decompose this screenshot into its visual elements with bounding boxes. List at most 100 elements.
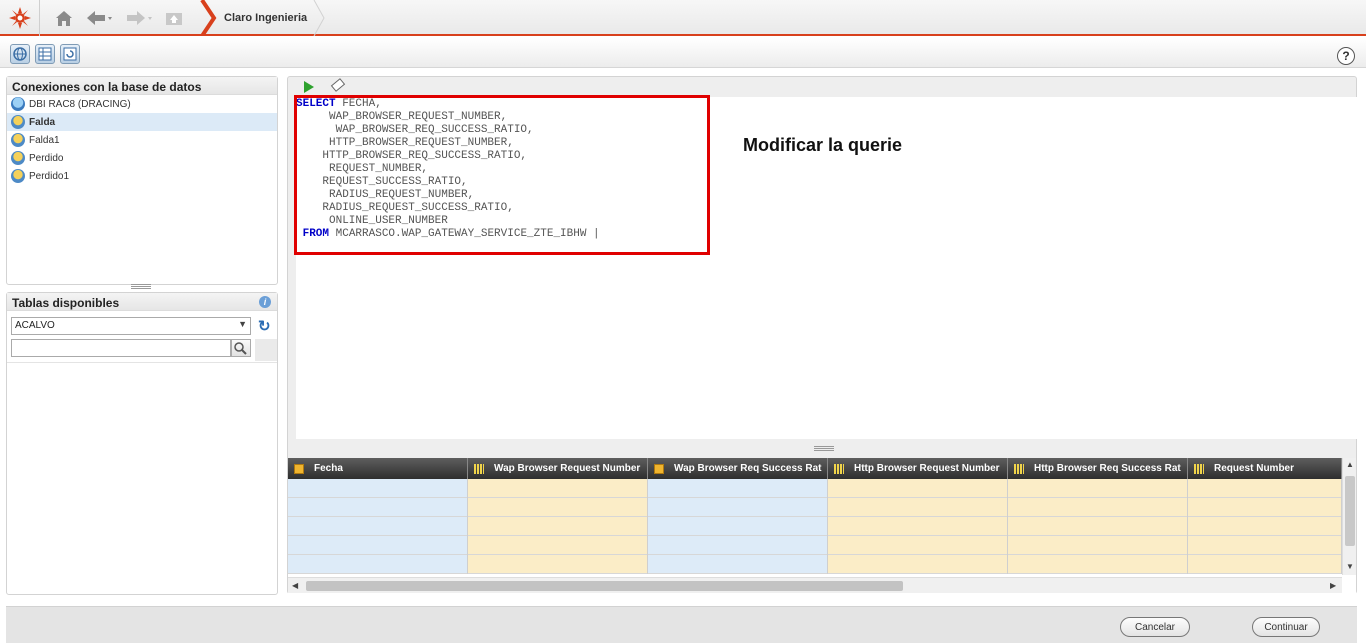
report-view-icon[interactable] — [60, 44, 80, 64]
connection-item[interactable]: Perdido1 — [7, 167, 277, 185]
connection-label: Perdido — [29, 152, 64, 164]
cancel-button[interactable]: Cancelar — [1120, 617, 1190, 637]
continue-button[interactable]: Continuar — [1252, 617, 1320, 637]
left-panel-splitter[interactable] — [131, 284, 151, 289]
database-icon — [11, 97, 25, 111]
search-button[interactable] — [231, 339, 251, 357]
grid-cell[interactable] — [468, 536, 647, 555]
breadcrumb-separator-icon — [200, 0, 217, 36]
numeric-icon — [1014, 463, 1024, 474]
divider — [7, 362, 277, 363]
home-icon[interactable] — [54, 8, 74, 28]
globe-view-icon[interactable] — [10, 44, 30, 64]
grid-cell[interactable] — [1008, 536, 1187, 555]
grid-header: Fecha Wap Browser Request Number Wap Bro… — [288, 458, 1342, 479]
app-logo-icon[interactable] — [0, 0, 40, 36]
grid-cell[interactable] — [1188, 517, 1341, 536]
grid-cell[interactable] — [1008, 517, 1187, 536]
grid-cell[interactable] — [1188, 555, 1341, 574]
grid-cell[interactable] — [1188, 536, 1341, 555]
scroll-up-icon[interactable]: ▲ — [1346, 460, 1354, 469]
editor-toolbar — [288, 77, 1356, 97]
connection-icon — [11, 151, 25, 165]
breadcrumb-current[interactable]: Claro Ingenieria — [224, 12, 307, 24]
sql-editor[interactable]: SELECT FECHA, WAP_BROWSER_REQUEST_NUMBER… — [294, 95, 1357, 439]
column-header-fecha[interactable]: Fecha — [288, 458, 468, 479]
query-editor-panel: SELECT FECHA, WAP_BROWSER_REQUEST_NUMBER… — [287, 76, 1357, 594]
connections-title: Conexiones con la base de datos — [7, 77, 277, 95]
grid-cell[interactable] — [648, 536, 827, 555]
grid-cell[interactable] — [288, 536, 467, 555]
schema-select-value: ACALVO — [15, 320, 55, 331]
grid-cell[interactable] — [1188, 498, 1341, 517]
connection-icon — [11, 133, 25, 147]
column-header-request-number[interactable]: Request Number — [1188, 458, 1342, 479]
grid-cell[interactable] — [288, 479, 467, 498]
grid-cell[interactable] — [828, 536, 1007, 555]
connection-item[interactable]: Perdido — [7, 149, 277, 167]
column-header-label: Http Browser Request Number — [854, 463, 1000, 474]
table-search-input[interactable] — [11, 339, 231, 357]
refresh-icon[interactable]: ↻ — [258, 317, 271, 335]
secondary-toolbar — [0, 38, 1366, 68]
connections-panel: Conexiones con la base de datos DBI RAC8… — [6, 76, 278, 285]
column-header-http-browser-req-success-rat[interactable]: Http Browser Req Success Rat — [1008, 458, 1188, 479]
grid-cell[interactable] — [1188, 479, 1341, 498]
grid-cell[interactable] — [828, 479, 1007, 498]
column-header-http-browser-request-number[interactable]: Http Browser Request Number — [828, 458, 1008, 479]
clear-eraser-icon[interactable] — [330, 78, 346, 92]
results-grid: Fecha Wap Browser Request Number Wap Bro… — [288, 458, 1356, 594]
numeric-icon — [834, 463, 844, 474]
info-icon[interactable]: i — [259, 296, 271, 308]
horizontal-scroll-thumb[interactable] — [306, 581, 903, 591]
schema-select[interactable]: ACALVO ▼ — [11, 317, 251, 335]
grid-column — [828, 479, 1008, 574]
grid-horizontal-scrollbar[interactable]: ◀ ▶ — [288, 577, 1342, 593]
connection-icon — [11, 169, 25, 183]
grid-cell[interactable] — [288, 498, 467, 517]
help-icon[interactable]: ? — [1337, 47, 1355, 65]
connection-item-selected[interactable]: Falda — [7, 113, 277, 131]
forward-arrow-icon[interactable] — [126, 8, 154, 28]
connection-label: Falda — [29, 116, 56, 128]
grid-cell[interactable] — [468, 517, 647, 536]
scroll-down-icon[interactable]: ▼ — [1346, 562, 1354, 571]
connection-item[interactable]: Falda1 — [7, 131, 277, 149]
grid-cell[interactable] — [1008, 479, 1187, 498]
grid-cell[interactable] — [288, 555, 467, 574]
grid-column — [1188, 479, 1342, 574]
grid-cell[interactable] — [648, 479, 827, 498]
connection-label: DBI RAC8 (DRACING) — [29, 98, 131, 110]
connection-label: Falda1 — [29, 134, 60, 146]
search-row-filler — [255, 339, 277, 361]
column-header-wap-browser-request-number[interactable]: Wap Browser Request Number — [468, 458, 648, 479]
grid-cell[interactable] — [468, 479, 647, 498]
vertical-scroll-thumb[interactable] — [1345, 476, 1355, 546]
grid-cell[interactable] — [648, 498, 827, 517]
run-query-icon[interactable] — [304, 81, 314, 93]
grid-cell[interactable] — [468, 555, 647, 574]
grid-cell[interactable] — [648, 555, 827, 574]
grid-cell[interactable] — [288, 517, 467, 536]
connection-icon — [11, 115, 25, 129]
query-highlight-box — [294, 95, 710, 255]
grid-cell[interactable] — [1008, 498, 1187, 517]
connection-item[interactable]: DBI RAC8 (DRACING) — [7, 95, 277, 113]
back-arrow-icon[interactable] — [86, 8, 114, 28]
tables-panel: Tablas disponibles i ACALVO ▼ ↻ — [6, 292, 278, 595]
grid-cell[interactable] — [828, 517, 1007, 536]
grid-cell[interactable] — [828, 555, 1007, 574]
grid-cell[interactable] — [648, 517, 827, 536]
scroll-right-icon[interactable]: ▶ — [1330, 581, 1336, 590]
grid-cell[interactable] — [1008, 555, 1187, 574]
scroll-left-icon[interactable]: ◀ — [292, 581, 298, 590]
column-header-label: Wap Browser Req Success Rat — [674, 463, 822, 474]
table-view-icon[interactable] — [35, 44, 55, 64]
grid-vertical-scrollbar[interactable]: ▲ ▼ — [1342, 458, 1356, 575]
grid-cell[interactable] — [828, 498, 1007, 517]
up-folder-icon[interactable] — [164, 8, 184, 28]
grid-column — [648, 479, 828, 574]
editor-grid-splitter[interactable] — [814, 446, 834, 451]
column-header-wap-browser-req-success-rat[interactable]: Wap Browser Req Success Rat — [648, 458, 828, 479]
grid-cell[interactable] — [468, 498, 647, 517]
